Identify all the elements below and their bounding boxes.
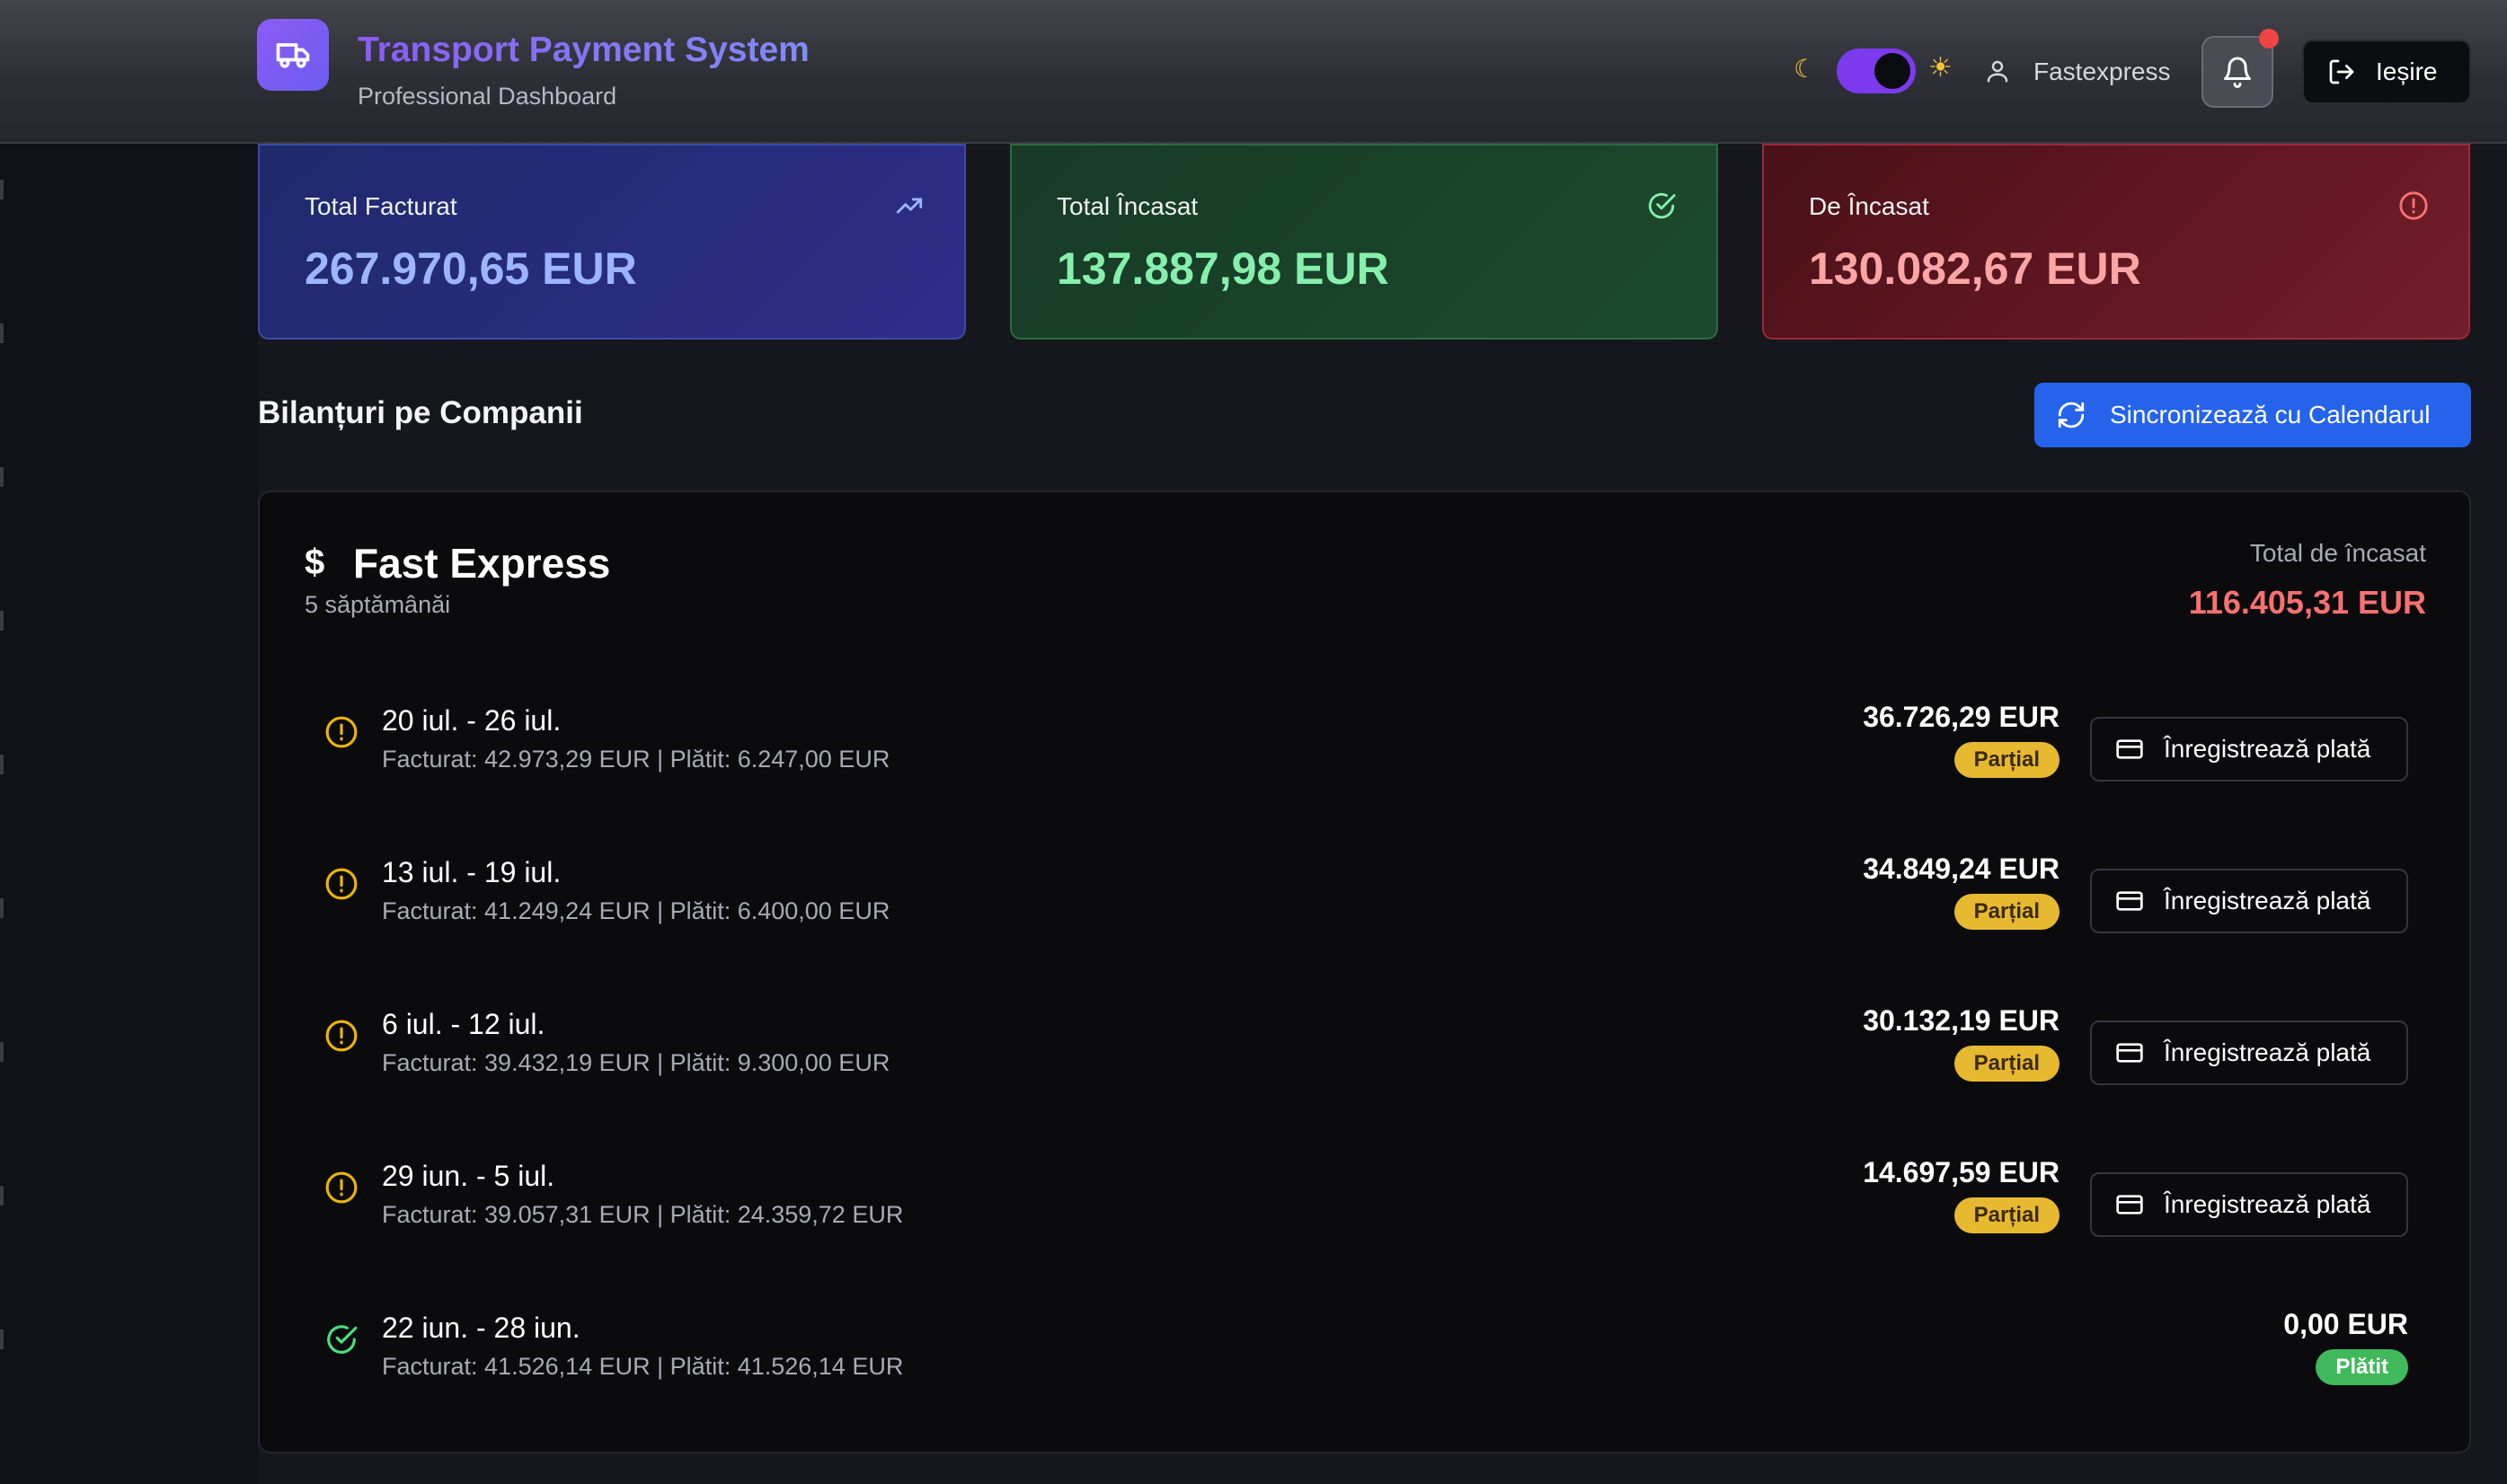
card-label: De Încasat <box>1809 192 1929 220</box>
alert-circle-icon <box>325 1020 358 1052</box>
record-payment-button[interactable]: Înregistrează plată <box>2090 1020 2408 1085</box>
left-gutter <box>0 144 258 1484</box>
check-circle-icon <box>327 1325 358 1354</box>
week-detail: Facturat: 41.249,24 EUR | Plătit: 6.400,… <box>382 897 890 924</box>
refresh-icon <box>2058 402 2085 428</box>
company-weeks: 5 săptămânăi <box>305 591 451 618</box>
total-to-collect-value: 116.405,31 EUR <box>2188 584 2426 621</box>
week-range: 22 iun. - 28 iun. <box>382 1312 580 1344</box>
card-label: Total Încasat <box>1057 192 1199 220</box>
top-header: Transport Payment System Professional Da… <box>0 0 2507 144</box>
week-amount: 36.726,29 EUR <box>1863 701 2060 733</box>
week-amount: 0,00 EUR <box>2283 1308 2408 1340</box>
card-value: 130.082,67 EUR <box>1809 243 2141 294</box>
total-billed-card: Total Facturat 267.970,65 EUR <box>258 144 966 340</box>
week-amount: 34.849,24 EUR <box>1863 852 2060 885</box>
record-payment-button[interactable]: Înregistrează plată <box>2090 1172 2408 1237</box>
week-range: 20 iul. - 26 iul. <box>382 704 562 737</box>
app-title: Transport Payment System <box>358 31 810 69</box>
status-badge: Parțial <box>1953 894 2060 930</box>
week-detail: Facturat: 41.526,14 EUR | Plătit: 41.526… <box>382 1353 904 1380</box>
credit-card-icon <box>2116 1195 2143 1215</box>
alert-circle-icon <box>325 716 358 748</box>
week-row: 6 iul. - 12 iul. Facturat: 39.432,19 EUR… <box>260 986 2473 1121</box>
week-amount: 30.132,19 EUR <box>1863 1004 2060 1037</box>
week-detail: Facturat: 39.057,31 EUR | Plătit: 24.359… <box>382 1201 904 1228</box>
truck-logo-icon <box>257 19 329 91</box>
alert-circle-icon <box>2399 191 2428 220</box>
record-payment-label: Înregistrează plată <box>2164 1190 2371 1218</box>
notification-dot <box>2259 29 2279 49</box>
record-payment-button[interactable]: Înregistrează plată <box>2090 869 2408 933</box>
logout-icon <box>2329 59 2354 84</box>
user-icon <box>1987 60 2008 83</box>
status-badge: Plătit <box>2316 1349 2408 1385</box>
week-range: 6 iul. - 12 iul. <box>382 1008 545 1040</box>
record-payment-label: Înregistrează plată <box>2164 735 2371 763</box>
app-subtitle: Professional Dashboard <box>358 83 617 110</box>
trending-up-icon <box>896 198 923 214</box>
week-row: 13 iul. - 19 iul. Facturat: 41.249,24 EU… <box>260 835 2473 969</box>
moon-icon: ☾ <box>1794 55 1817 83</box>
record-payment-label: Înregistrează plată <box>2164 1038 2371 1066</box>
sync-calendar-button[interactable]: Sincronizează cu Calendarul <box>2034 383 2471 447</box>
theme-toggle[interactable] <box>1837 49 1916 93</box>
record-payment-button[interactable]: Înregistrează plată <box>2090 717 2408 782</box>
section-title: Bilanțuri pe Companii <box>258 395 583 430</box>
card-value: 267.970,65 EUR <box>305 243 637 294</box>
bell-icon <box>2224 57 2251 88</box>
logout-label: Ieșire <box>2376 57 2438 85</box>
total-collected-card: Total Încasat 137.887,98 EUR <box>1010 144 1718 340</box>
status-badge: Parțial <box>1953 742 2060 778</box>
credit-card-icon <box>2116 739 2143 759</box>
week-range: 29 iun. - 5 iul. <box>382 1160 555 1192</box>
week-detail: Facturat: 42.973,29 EUR | Plătit: 6.247,… <box>382 746 890 773</box>
to-collect-card: De Încasat 130.082,67 EUR <box>1762 144 2470 340</box>
card-label: Total Facturat <box>305 192 457 220</box>
check-circle-icon <box>1648 192 1676 219</box>
logout-button[interactable]: Ieșire <box>2302 40 2471 104</box>
status-badge: Parțial <box>1953 1046 2060 1082</box>
week-row: 20 iul. - 26 iul. Facturat: 42.973,29 EU… <box>260 683 2473 817</box>
sync-label: Sincronizează cu Calendarul <box>2110 401 2431 428</box>
week-detail: Facturat: 39.432,19 EUR | Plătit: 9.300,… <box>382 1049 890 1076</box>
week-amount: 14.697,59 EUR <box>1863 1156 2060 1188</box>
card-value: 137.887,98 EUR <box>1057 243 1389 294</box>
alert-circle-icon <box>325 868 358 900</box>
user-name: Fastexpress <box>2033 57 2171 85</box>
company-name: Fast Express <box>353 540 611 587</box>
sun-icon: ☀ <box>1928 53 1953 83</box>
week-row: 22 iun. - 28 iun. Facturat: 41.526,14 EU… <box>260 1290 2473 1425</box>
credit-card-icon <box>2116 891 2143 911</box>
credit-card-icon <box>2116 1043 2143 1063</box>
total-to-collect-label: Total de încasat <box>2249 539 2426 567</box>
company-panel: $ Fast Express 5 săptămânăi Total de înc… <box>258 490 2471 1453</box>
status-badge: Parțial <box>1953 1197 2060 1233</box>
dollar-icon: $ <box>305 543 325 582</box>
week-range: 13 iul. - 19 iul. <box>382 856 562 888</box>
record-payment-label: Înregistrează plată <box>2164 887 2371 914</box>
alert-circle-icon <box>325 1171 358 1204</box>
week-row: 29 iun. - 5 iul. Facturat: 39.057,31 EUR… <box>260 1138 2473 1273</box>
